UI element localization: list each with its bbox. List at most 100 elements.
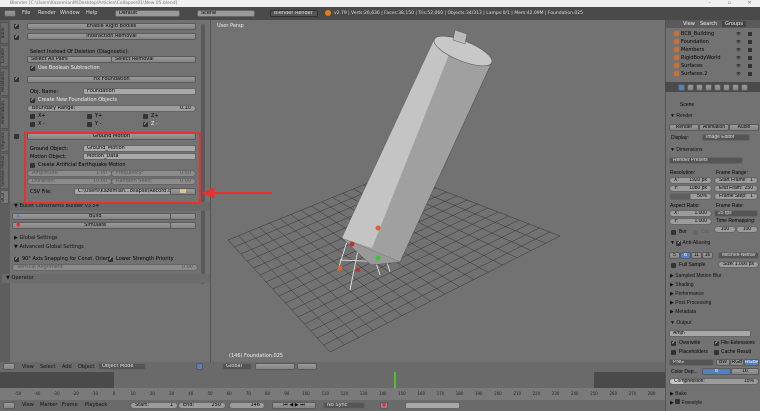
end-frame-field[interactable]: End Fram: 250 xyxy=(714,185,758,192)
record-button[interactable]: ● xyxy=(380,402,388,409)
aa-samples-5[interactable]: 5 xyxy=(669,252,680,259)
visibility-icon[interactable]: 👁 xyxy=(736,39,741,44)
object-tab-icon[interactable] xyxy=(714,84,721,91)
outliner-item[interactable]: Surfaces.2 👁 xyxy=(666,70,760,78)
aa-samples-11[interactable]: 11 xyxy=(691,252,702,259)
menu-playback[interactable]: Playback xyxy=(85,400,107,411)
checkbox-overwrite[interactable]: ✓ xyxy=(671,341,676,346)
frame-step-field[interactable]: Frame Step: 1 xyxy=(714,193,758,200)
aspect-y-field[interactable]: Y: 1.000 xyxy=(669,218,712,225)
display-selector[interactable]: Image Editor xyxy=(702,134,750,141)
dimensions-panel-header[interactable]: ▼ Dimensions xyxy=(666,146,760,155)
visibility-icon[interactable]: 👁 xyxy=(736,63,741,68)
sync-selector[interactable]: No Sync xyxy=(323,402,365,409)
layer-buttons[interactable] xyxy=(255,363,295,370)
bake-panel-header[interactable]: ▶ Bake xyxy=(666,390,760,399)
collapsed-panel-header[interactable]: ▶ Sampled Motion Blur xyxy=(666,272,760,281)
color-depth-16[interactable]: 16 xyxy=(731,368,759,375)
render-icon[interactable] xyxy=(748,48,752,52)
render-presets-selector[interactable]: Render Presets xyxy=(669,157,743,164)
outliner-item[interactable]: Members 👁 xyxy=(666,46,760,54)
collapsed-panel-header[interactable]: ▶ Post Processing xyxy=(666,299,760,308)
render-icon[interactable] xyxy=(748,56,752,60)
menu-view[interactable]: View xyxy=(22,362,34,372)
filter-size-field[interactable]: Size: 1.000 px xyxy=(718,261,759,268)
output-path-field[interactable]: Amp\ xyxy=(669,330,751,337)
start-frame-field[interactable]: Start: 1 xyxy=(130,402,178,409)
color-rgb-button[interactable]: RGB xyxy=(730,359,744,366)
resolution-x-field[interactable]: X: 1920 px xyxy=(669,177,712,184)
playback-controls[interactable]: ⏮ ◀ ▶ ⏭ xyxy=(272,402,316,409)
timeline-area[interactable] xyxy=(0,372,665,388)
remap-old-field[interactable]: 100 xyxy=(714,226,736,233)
freestyle-panel-header[interactable]: ▶ Freestyle xyxy=(666,399,760,408)
playhead[interactable] xyxy=(394,372,396,388)
menu-select[interactable]: Select xyxy=(40,362,55,372)
compression-slider[interactable]: Compression: 15% xyxy=(669,378,759,385)
aa-samples-16[interactable]: 16 xyxy=(702,252,713,259)
render-icon[interactable] xyxy=(748,72,752,76)
color-bw-button[interactable]: BW xyxy=(716,359,730,366)
current-frame-field[interactable]: 146 xyxy=(229,402,265,409)
checkbox-border[interactable] xyxy=(671,230,676,235)
render-icon[interactable] xyxy=(748,32,752,36)
mode-selector[interactable]: Object Mode xyxy=(98,363,146,370)
render-layers-tab-icon[interactable] xyxy=(687,84,694,91)
remap-new-field[interactable]: 100 xyxy=(736,226,758,233)
render-button[interactable]: Render xyxy=(669,124,699,131)
outliner-item[interactable]: BCB_Building 👁 xyxy=(666,30,760,38)
timeline-ruler[interactable]: -50 -40 -30 -20 -10 0 10 20 30 40 50 60 70 80 90 100 110… xyxy=(0,388,665,400)
outliner-item[interactable]: Surfaces 👁 xyxy=(666,62,760,70)
animation-button[interactable]: Animation xyxy=(699,124,729,131)
checkbox-placeholders[interactable] xyxy=(671,350,676,355)
render-panel-header[interactable]: ▼ Render xyxy=(666,112,760,121)
output-panel-header[interactable]: ▼ Output xyxy=(666,319,760,328)
outliner-item[interactable]: RigidBodyWorld 👁 xyxy=(666,54,760,62)
outliner-tab-groups[interactable]: Groups xyxy=(722,21,746,27)
menu-object[interactable]: Object xyxy=(78,362,94,372)
menu-frame[interactable]: Frame xyxy=(62,400,78,411)
collapsed-panel-header[interactable]: ▶ Shading xyxy=(666,281,760,290)
keying-set-field[interactable] xyxy=(405,402,460,409)
resolution-y-field[interactable]: Y: 1080 px xyxy=(669,185,712,192)
render-icon[interactable] xyxy=(748,64,752,68)
menu-add[interactable]: Add xyxy=(62,362,72,372)
end-frame-field[interactable]: End: 250 xyxy=(178,402,226,409)
translate-manipulator-button[interactable] xyxy=(196,363,203,370)
checkbox-crop[interactable] xyxy=(693,230,698,235)
outliner-tab-search[interactable]: Search xyxy=(700,21,717,27)
orientation-selector[interactable]: Global xyxy=(222,363,252,370)
menu-marker[interactable]: Marker xyxy=(40,400,57,411)
resolution-percentage-slider[interactable]: 50% xyxy=(669,193,712,200)
aspect-x-field[interactable]: X: 1.000 xyxy=(669,210,712,217)
visibility-icon[interactable]: 👁 xyxy=(736,55,741,60)
checkbox-cache-result[interactable] xyxy=(714,350,719,355)
visibility-icon[interactable]: 👁 xyxy=(736,71,741,76)
layer-buttons-2[interactable] xyxy=(297,363,317,370)
checkbox-full-sample[interactable] xyxy=(671,263,676,268)
data-tab-icon[interactable] xyxy=(741,84,748,91)
modifiers-tab-icon[interactable] xyxy=(732,84,739,91)
editor-type-button[interactable] xyxy=(3,363,15,370)
visibility-icon[interactable]: 👁 xyxy=(736,47,741,52)
collapsed-panel-header[interactable]: ▶ Performance xyxy=(666,290,760,299)
color-rgba-button[interactable]: RGBA xyxy=(744,359,759,366)
menu-view[interactable]: View xyxy=(22,400,34,411)
outliner-item[interactable]: Foundation 👁 xyxy=(666,38,760,46)
render-tab-icon[interactable] xyxy=(678,84,685,91)
editor-type-button[interactable] xyxy=(3,402,15,409)
file-format-selector[interactable]: PNG xyxy=(669,359,714,366)
visibility-icon[interactable]: 👁 xyxy=(736,31,741,36)
checkbox-file-extensions[interactable]: ✓ xyxy=(714,341,719,346)
start-frame-field[interactable]: Start Frame: 1 xyxy=(714,177,758,184)
scene-tab-icon[interactable] xyxy=(696,84,703,91)
filter-selector[interactable]: Mitchell-Netrav xyxy=(718,252,759,259)
constraints-tab-icon[interactable] xyxy=(723,84,730,91)
color-depth-8[interactable]: 8 xyxy=(702,368,731,375)
anti-aliasing-panel-header[interactable]: ▼ ✓ Anti-Aliasing xyxy=(666,239,760,248)
aa-samples-8[interactable]: 8 xyxy=(680,252,691,259)
collapsed-panel-header[interactable]: ▶ Metadata xyxy=(666,308,760,317)
render-icon[interactable] xyxy=(748,40,752,44)
outliner-tab-view[interactable]: View xyxy=(683,21,695,27)
audio-button[interactable]: Audio xyxy=(729,124,759,131)
